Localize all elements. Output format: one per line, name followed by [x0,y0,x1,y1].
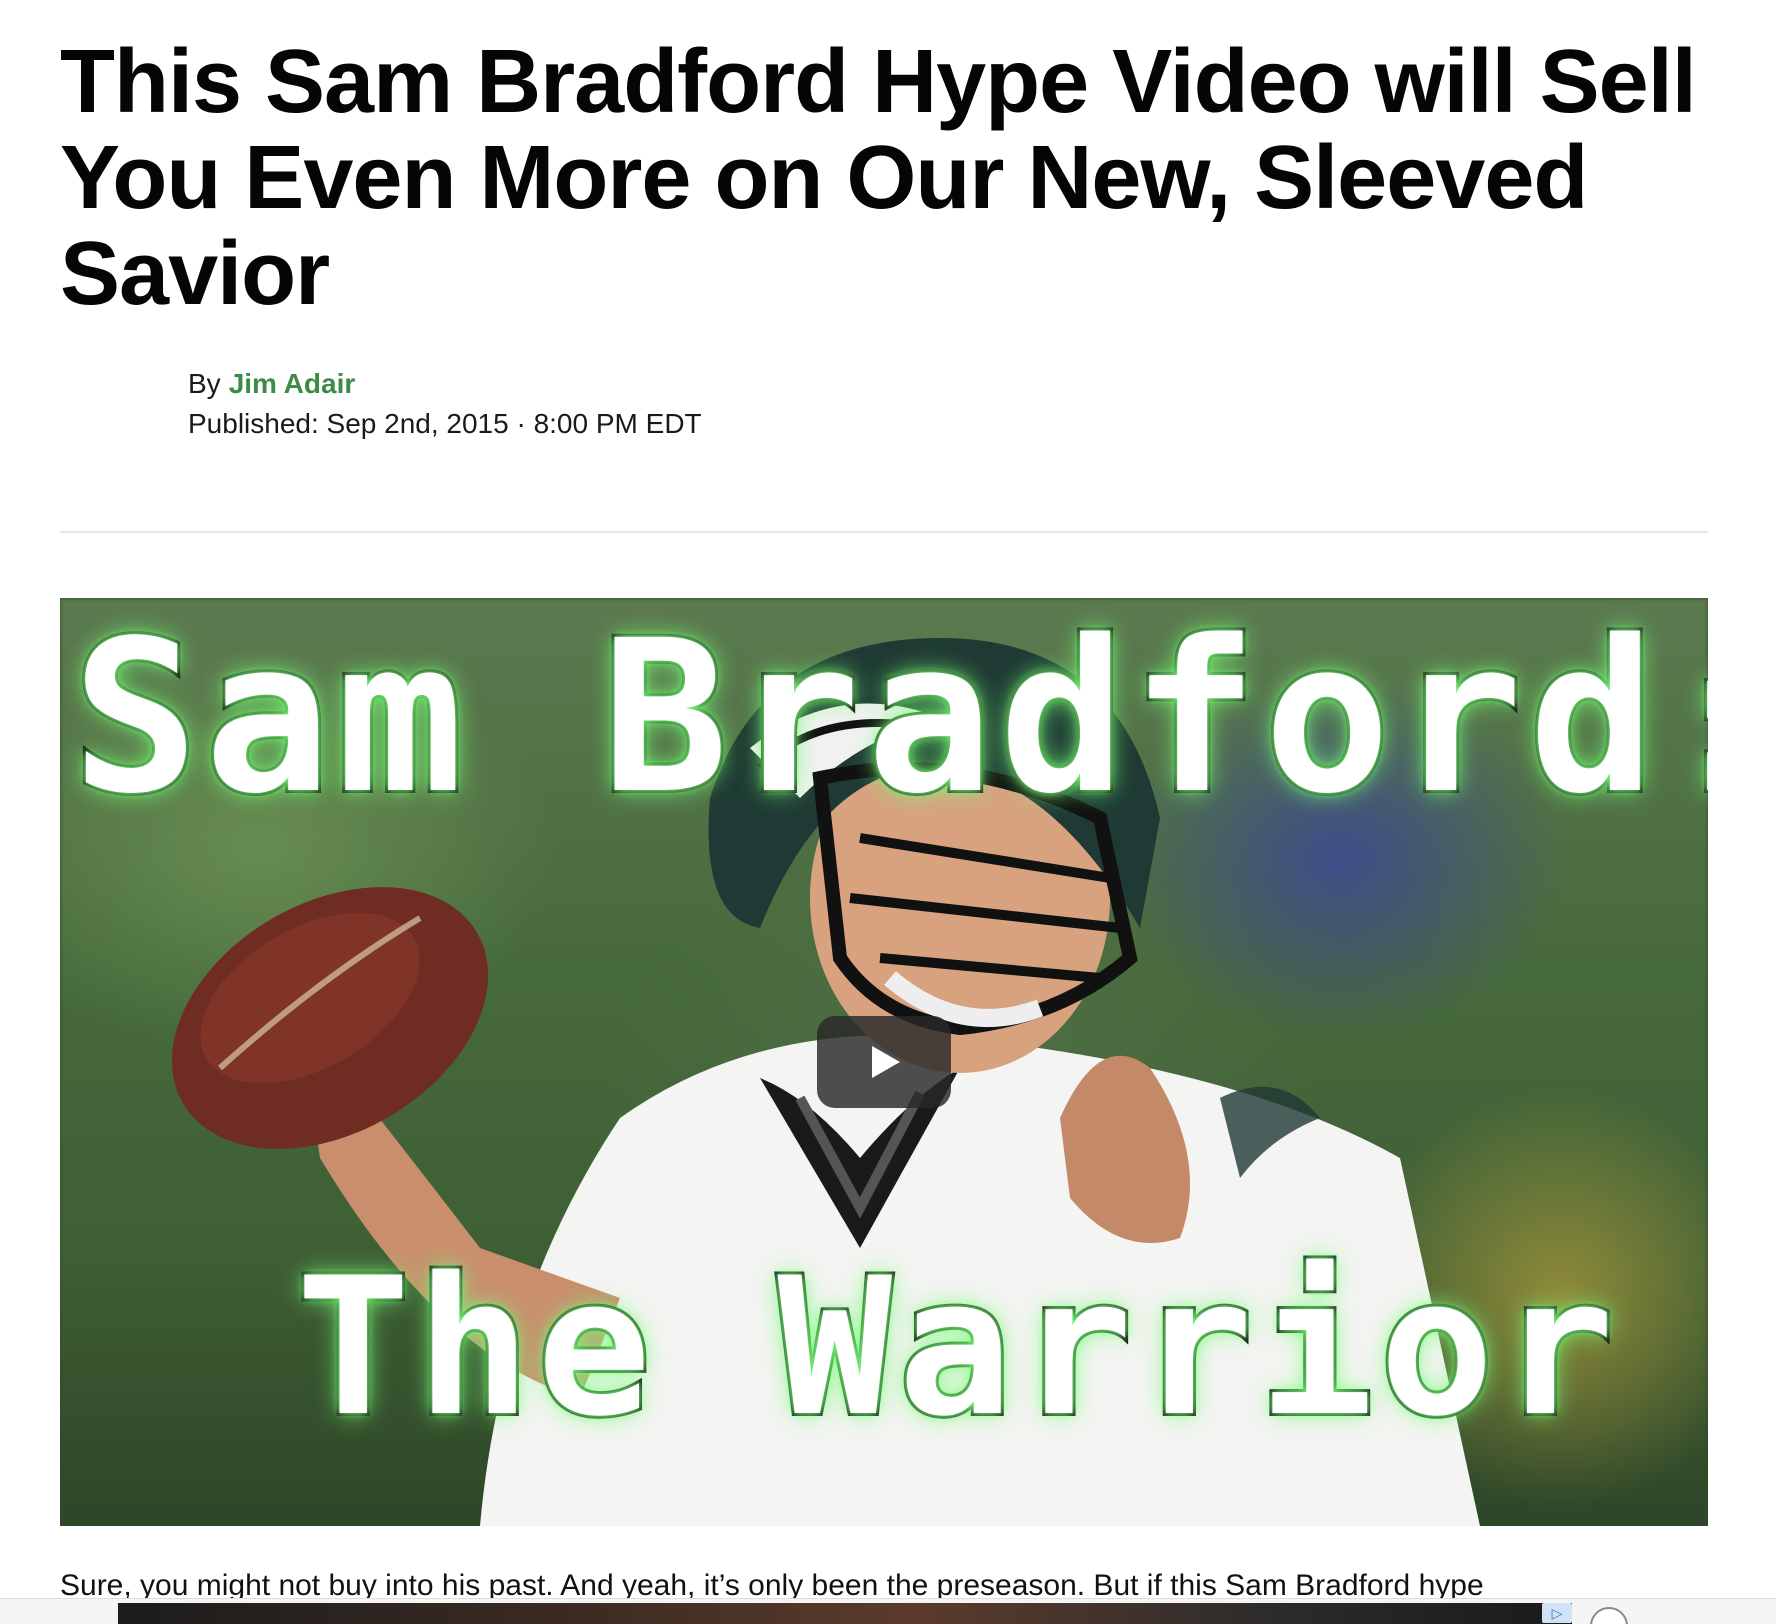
divider [60,531,1708,533]
ad-image[interactable] [118,1603,1572,1624]
author-row: By Jim Adair [188,364,702,404]
sticky-ad-bar[interactable]: ▷ [0,1598,1776,1624]
play-icon [872,1046,900,1078]
byline: By Jim Adair Published: Sep 2nd, 2015 · … [188,364,702,444]
article-headline: This Sam Bradford Hype Video will Sell Y… [60,32,1697,324]
author-link[interactable]: Jim Adair [229,368,356,400]
video-title-top: Sam Bradford: [69,598,1708,840]
adchoices-icon[interactable]: ▷ [1542,1603,1572,1623]
play-button[interactable] [817,1016,951,1108]
published-date: Published: Sep 2nd, 2015 · 8:00 PM EDT [188,408,702,439]
close-icon[interactable] [1590,1607,1628,1624]
byline-prefix: By [188,368,221,399]
video-title-bottom: The Warrior [293,1237,1621,1458]
video-player[interactable]: Sam Bradford: The Warrior [60,598,1708,1526]
